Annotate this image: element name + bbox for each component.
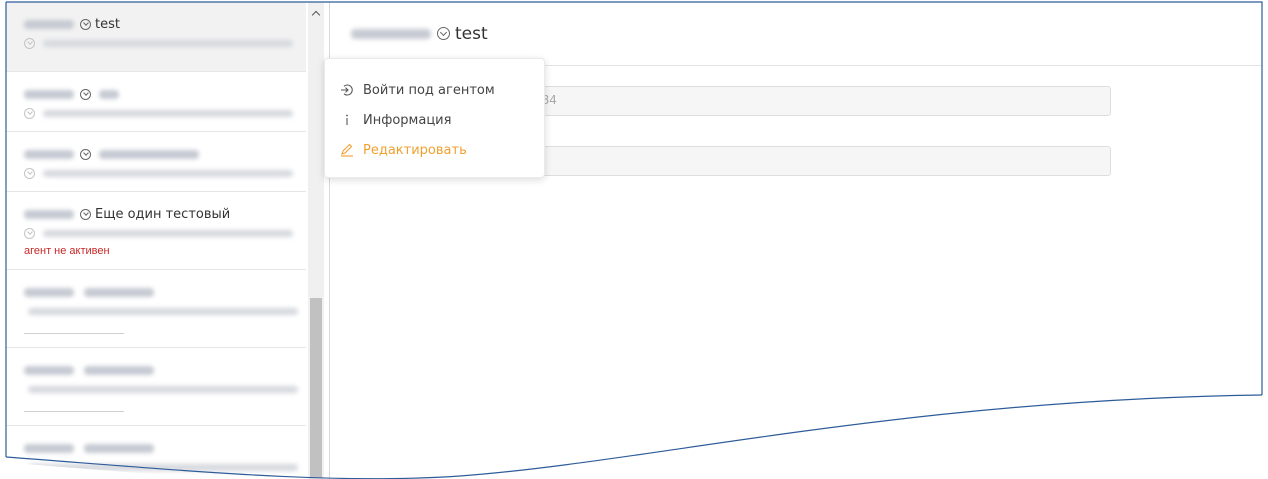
agent-list-item[interactable] [6, 426, 306, 479]
page-title: test [455, 23, 488, 44]
pencil-icon [339, 142, 355, 158]
agent-actions-menu: Войти под агентом Информация Редактирова… [324, 58, 545, 178]
divider [24, 411, 124, 412]
circle-chevron-icon[interactable] [80, 148, 91, 160]
circle-chevron-icon[interactable] [437, 27, 450, 40]
login-icon [339, 82, 355, 98]
menu-item-login-as-agent[interactable]: Войти под агентом [325, 75, 544, 105]
scroll-up-icon[interactable] [311, 8, 321, 18]
app-window: test Еще один тестовый агент не активен … [6, 2, 1262, 479]
agent-id-redacted [24, 443, 74, 453]
circle-chevron-icon [24, 107, 35, 119]
divider [24, 333, 124, 334]
circle-chevron-icon [24, 37, 35, 49]
agents-sidebar: test Еще один тестовый агент не активен [6, 2, 330, 479]
agent-name-redacted [99, 149, 199, 159]
menu-item-label: Информация [363, 112, 452, 128]
agent-id-redacted [24, 209, 74, 219]
agent-id-redacted [24, 89, 74, 99]
sidebar-scrollbar-thumb[interactable] [310, 298, 322, 478]
agents-list: test Еще один тестовый агент не активен [6, 2, 306, 479]
agent-list-item[interactable] [6, 132, 306, 192]
agent-status: агент не активен [24, 245, 110, 257]
agent-details-redacted [28, 385, 298, 393]
agent-list-item[interactable]: test [6, 2, 306, 72]
agent-id-redacted [24, 365, 74, 375]
menu-item-edit[interactable]: Редактировать [325, 135, 544, 165]
agent-details-redacted [43, 229, 293, 237]
menu-item-info[interactable]: Информация [325, 105, 544, 135]
agent-details-redacted [43, 109, 293, 117]
agent-list-item[interactable] [6, 348, 306, 426]
circle-chevron-icon [24, 227, 35, 239]
agent-list-item[interactable] [6, 270, 306, 348]
circle-chevron-icon[interactable] [80, 208, 91, 220]
agent-field-1[interactable]: 584 [505, 86, 1111, 116]
agent-details-redacted [28, 307, 298, 315]
agent-name: test [95, 16, 120, 32]
agent-list-item[interactable]: Еще один тестовый агент не активен [6, 192, 306, 270]
agent-name-redacted [84, 443, 154, 453]
agent-list-item[interactable] [6, 72, 306, 132]
agent-id-redacted [24, 149, 74, 159]
menu-item-label: Редактировать [363, 142, 467, 158]
circle-chevron-icon[interactable] [80, 88, 91, 100]
agent-details-redacted [43, 169, 293, 177]
menu-item-label: Войти под агентом [363, 82, 495, 98]
agent-name: Еще один тестовый [95, 206, 231, 222]
agent-id-redacted [24, 287, 74, 297]
panel-header: test [331, 2, 1262, 66]
agent-field-2[interactable] [505, 146, 1111, 176]
agent-name-redacted [84, 365, 154, 375]
agent-name-redacted [84, 287, 154, 297]
agent-name-redacted [99, 89, 119, 99]
agent-details-redacted [43, 39, 293, 47]
agent-id-redacted [351, 28, 431, 39]
circle-chevron-icon[interactable] [80, 18, 91, 30]
circle-chevron-icon [24, 167, 35, 179]
info-icon [339, 112, 355, 128]
agent-id-redacted [24, 19, 74, 29]
agent-details-redacted [28, 463, 298, 471]
